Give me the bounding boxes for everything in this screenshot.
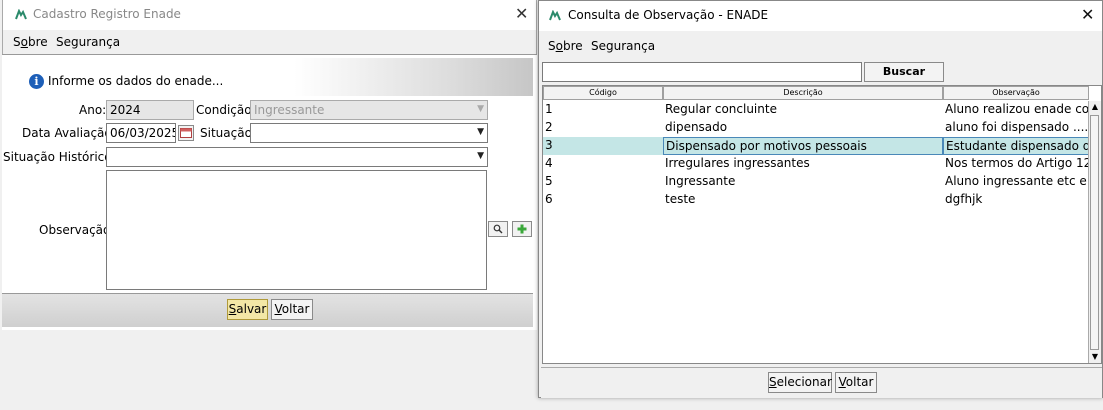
cell-codigo: 4 <box>545 156 553 170</box>
chevron-down-icon: ▼ <box>477 127 484 137</box>
cell-observacao: Aluno ingressante etc e t... <box>945 174 1089 188</box>
search-input[interactable] <box>542 62 862 82</box>
window-title: Consulta de Observação - ENADE <box>568 8 769 22</box>
search-icon <box>493 224 503 234</box>
cadastro-titlebar[interactable]: Cadastro Registro Enade ✕ <box>3 0 536 30</box>
window-title: Cadastro Registro Enade <box>33 7 181 21</box>
menu-sobre[interactable]: Sobre <box>13 35 48 49</box>
voltar-button[interactable]: Voltar <box>271 299 313 320</box>
scroll-thumb[interactable] <box>1090 115 1099 350</box>
situacao-label: Situação: <box>200 126 256 140</box>
menu-bar: Sobre Segurança <box>3 30 536 55</box>
selecionar-button[interactable]: Selecionar <box>768 372 832 393</box>
observacao-textarea[interactable] <box>106 170 487 290</box>
column-header-observacao[interactable]: Observação <box>943 86 1089 100</box>
scroll-up-icon[interactable]: ▲ <box>1089 101 1101 113</box>
buscar-button[interactable]: Buscar <box>864 62 944 82</box>
situacao-select[interactable]: ▼ <box>250 123 488 143</box>
info-text: Informe os dados do enade... <box>48 74 224 88</box>
ano-label: Ano: <box>79 103 107 117</box>
app-logo-icon <box>15 9 27 20</box>
menu-bar: Sobre Segurança <box>539 31 1102 56</box>
voltar-button[interactable]: Voltar <box>835 372 877 393</box>
cell-observacao: aluno foi dispensado .... <box>945 120 1089 134</box>
calendar-icon <box>180 128 192 138</box>
chevron-down-icon: ▼ <box>477 104 484 114</box>
calendar-button[interactable] <box>178 125 194 141</box>
close-icon[interactable]: ✕ <box>515 4 528 23</box>
consulta-titlebar[interactable]: Consulta de Observação - ENADE ✕ <box>539 1 1102 31</box>
condicao-select[interactable]: Ingressante ▼ <box>250 100 488 120</box>
data-avaliacao-field[interactable]: 06/03/2025 <box>106 123 176 143</box>
scroll-down-icon[interactable]: ▼ <box>1089 351 1101 363</box>
table-row[interactable]: 4 Irregulares ingressantes Nos termos do… <box>543 155 1089 173</box>
data-avaliacao-label: Data Avaliação: <box>22 126 116 140</box>
vertical-scrollbar[interactable]: ▲ ▼ <box>1088 101 1101 363</box>
column-header-descricao[interactable]: Descrição <box>663 86 943 100</box>
search-observacao-button[interactable] <box>488 221 508 237</box>
cell-descricao: teste <box>665 192 696 206</box>
cell-descricao: Regular concluinte <box>665 102 777 116</box>
cell-observacao: Nos termos do Artigo 12,... <box>945 156 1089 170</box>
table-row-selected[interactable]: 3 Dispensado por motivos pessoais Estuda… <box>543 137 1089 155</box>
cell-descricao: Dispensado por motivos pessoais <box>663 137 943 155</box>
observacao-label: Observação: <box>39 223 115 237</box>
situacao-historico-label: Situação Histórico: <box>3 150 116 164</box>
table-row[interactable]: 1 Regular concluinte Aluno realizou enad… <box>543 101 1089 119</box>
situacao-historico-select[interactable]: ▼ <box>106 147 488 167</box>
chevron-down-icon: ▼ <box>477 151 484 161</box>
salvar-button[interactable]: Salvar <box>227 299 268 320</box>
table-header: Código Descrição Observação <box>543 86 1089 101</box>
table-row[interactable]: 5 Ingressante Aluno ingressante etc e t.… <box>543 173 1089 191</box>
results-table: Código Descrição Observação 1 Regular co… <box>542 85 1102 364</box>
close-icon[interactable]: ✕ <box>1081 5 1094 24</box>
cell-descricao: Irregulares ingressantes <box>665 156 810 170</box>
cell-descricao: dipensado <box>665 120 728 134</box>
table-row[interactable]: 2 dipensado aluno foi dispensado .... <box>543 119 1089 137</box>
cell-codigo: 3 <box>545 138 553 152</box>
cell-observacao: Estudante dispensado do... <box>943 137 1089 155</box>
plus-icon <box>517 224 527 234</box>
app-logo-icon <box>549 10 561 21</box>
ano-field[interactable]: 2024 <box>106 100 194 120</box>
menu-seguranca[interactable]: Segurança <box>56 35 120 49</box>
cell-codigo: 1 <box>545 102 553 116</box>
add-observacao-button[interactable] <box>512 221 532 237</box>
menu-sobre[interactable]: Sobre <box>548 39 583 53</box>
cell-descricao: Ingressante <box>665 174 736 188</box>
consulta-window: Consulta de Observação - ENADE ✕ Sobre S… <box>538 0 1103 398</box>
info-icon: i <box>29 74 44 89</box>
cell-observacao: Aluno realizou enade co... <box>945 102 1089 116</box>
table-row[interactable]: 6 teste dgfhjk <box>543 191 1089 209</box>
cell-codigo: 6 <box>545 192 553 206</box>
cell-codigo: 2 <box>545 120 553 134</box>
cell-codigo: 5 <box>545 174 553 188</box>
column-header-codigo[interactable]: Código <box>543 86 663 100</box>
menu-seguranca[interactable]: Segurança <box>591 39 655 53</box>
condicao-label: Condição: <box>196 103 256 117</box>
cell-observacao: dgfhjk <box>945 192 983 206</box>
